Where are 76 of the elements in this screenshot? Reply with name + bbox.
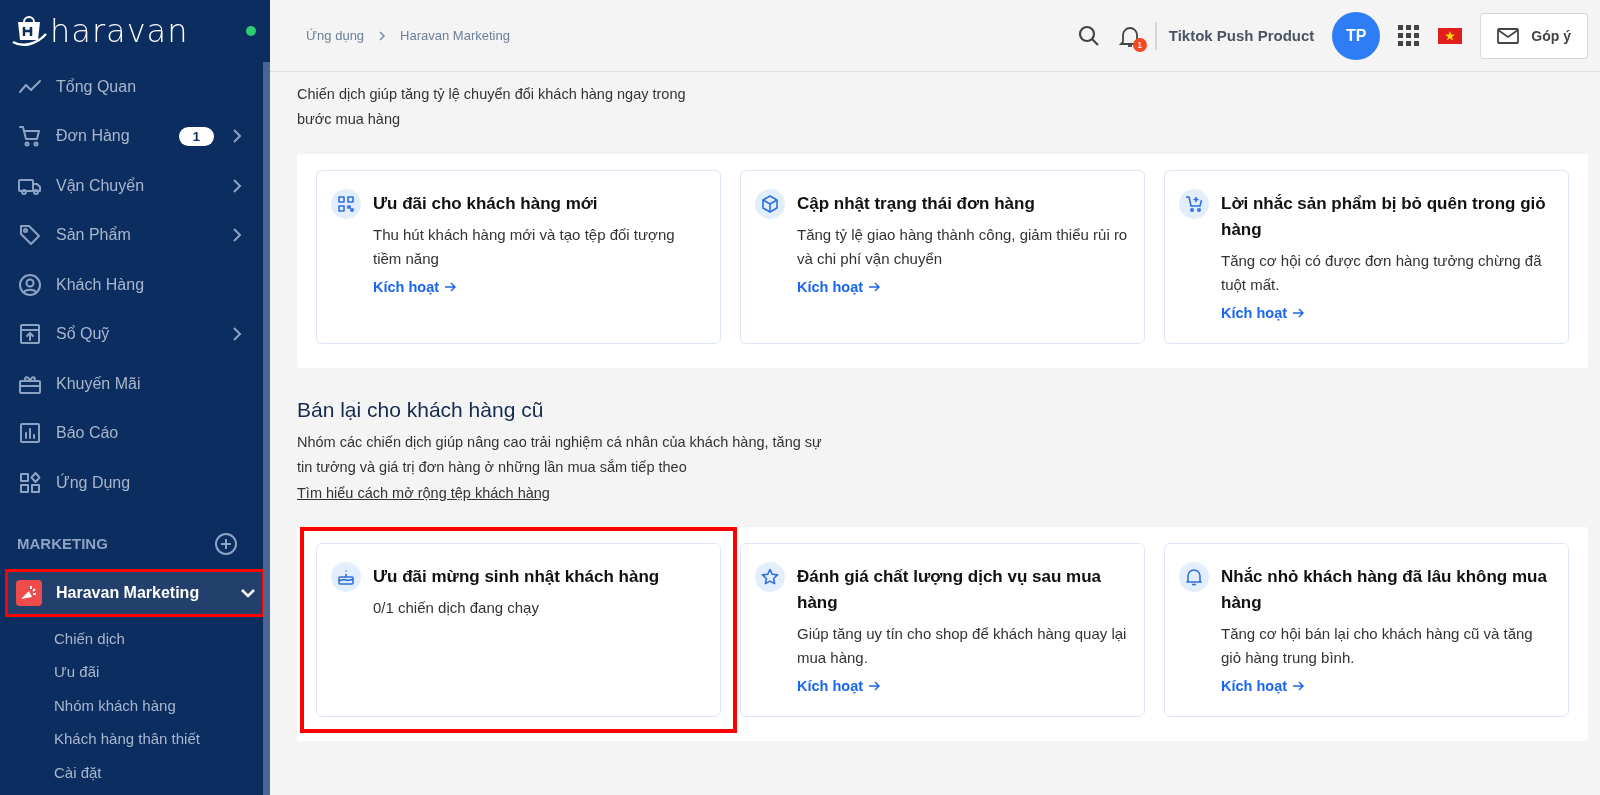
activate-link[interactable]: Kích hoạt — [1221, 678, 1305, 694]
shop-name: Tiktok Push Product — [1168, 27, 1315, 44]
sidebar-item[interactable]: Khuyến Mãi — [0, 359, 262, 409]
campaign-card[interactable]: Nhắc nhỏ khách hàng đã lâu không mua hàng Tăng cơ hội bán lại cho khách hàng cũ và tăng giỏ hàng trung bình. Kích hoạt — [1164, 543, 1569, 717]
section-description: Nhóm các chiến dịch giúp nâng cao trải nghiệm cá nhân của khách hàng, tăng sự tin tưởng và giá trị đơn hàng ở những lần mua sắm tiếp theo — [297, 433, 822, 477]
card-description: Giúp tăng uy tín cho shop để khách hàng quay lại mua hàng. — [797, 624, 1128, 668]
sidebar-item[interactable]: Ứng Dụng — [0, 458, 262, 508]
activate-link[interactable]: Kích hoạt — [797, 678, 881, 694]
sidebar-item[interactable]: Khách Hàng — [0, 260, 262, 310]
campaign-card[interactable]: Ưu đãi mừng sinh nhật khách hàng 0/1 chiến dịch đang chạy — [316, 543, 721, 717]
chevron-right-icon — [378, 29, 387, 42]
notification-badge: 1 — [1132, 37, 1147, 52]
campaign-card[interactable]: Đánh giá chất lượng dịch vụ sau mua hàng Giúp tăng uy tín cho shop để khách hàng quay lại mua hàng. Kích hoạt — [740, 543, 1145, 717]
submenu-item[interactable]: Khách hàng thân thiết — [54, 722, 260, 756]
card-title: Đánh giá chất lượng dịch vụ sau mua hàng — [797, 566, 1102, 614]
cart-plus-icon — [1179, 189, 1209, 219]
activate-link[interactable]: Kích hoạt — [1221, 305, 1305, 321]
cart-icon — [18, 124, 42, 149]
scrollbar[interactable] — [263, 62, 270, 795]
card-title: Cập nhật trạng thái đơn hàng — [797, 193, 1035, 215]
cube-icon — [755, 189, 785, 219]
mail-icon — [1497, 27, 1520, 44]
cake-icon — [331, 562, 361, 592]
logo-text: haravan — [50, 12, 189, 50]
arrow-right-icon — [1292, 308, 1305, 318]
app-menu-item[interactable]: Haravan Marketing — [8, 571, 262, 614]
campaign-card[interactable]: Lời nhắc sản phẩm bị bỏ quên trong giỏ hàng Tăng cơ hội có được đơn hàng tưởng chừng đã tuột mất. Kích hoạt — [1164, 170, 1569, 344]
submenu-item[interactable]: Ưu đãi — [54, 655, 260, 689]
user-circle-icon — [18, 272, 42, 297]
sidebar-item[interactable]: Vận Chuyển — [0, 161, 262, 211]
submenu-item[interactable]: Nhóm khách hàng — [54, 688, 260, 722]
tag-icon — [18, 223, 42, 248]
sidebar-item[interactable]: Đơn Hàng 1 — [0, 111, 262, 161]
feedback-button[interactable]: Góp ý — [1480, 12, 1588, 59]
qr-code-icon — [331, 189, 361, 219]
sidebar-item[interactable]: Tổng Quan — [0, 62, 262, 112]
card-description: Tăng cơ hội bán lại cho khách hàng cũ và tăng giỏ hàng trung bình. — [1221, 624, 1534, 668]
search-icon[interactable] — [1076, 23, 1101, 48]
sidebar-item[interactable]: Sổ Quỹ — [0, 309, 262, 359]
card-description: Thu hút khách hàng mới và tạo tệp đối tượng tiềm năng — [373, 225, 676, 269]
card-description: 0/1 chiến dịch đang chạy — [373, 598, 539, 618]
inbox-icon — [18, 322, 42, 347]
flag-icon[interactable] — [1438, 27, 1463, 44]
megaphone-icon — [16, 579, 42, 606]
activate-link[interactable]: Kích hoạt — [373, 279, 457, 295]
section-heading: MARKETING — [17, 535, 108, 552]
add-icon[interactable] — [214, 531, 238, 556]
card-description: Tăng tỷ lệ giao hàng thành công, giảm thiểu rủi ro và chi phí vận chuyển — [797, 225, 1129, 269]
section-description: Chiến dịch giúp tăng tỷ lệ chuyển đổi khách hàng ngay trong bước mua hàng — [297, 85, 687, 129]
submenu-item[interactable]: Cài đặt — [54, 755, 260, 789]
count-badge: 1 — [178, 126, 214, 146]
card-title: Nhắc nhỏ khách hàng đã lâu không mua hàng — [1221, 566, 1548, 614]
breadcrumb-link[interactable]: Haravan Marketing — [400, 28, 510, 43]
card-title: Ưu đãi cho khách hàng mới — [373, 193, 598, 215]
campaign-card[interactable]: Cập nhật trạng thái đơn hàng Tăng tỷ lệ giao hàng thành công, giảm thiểu rủi ro và chi phí vận chuyển Kích hoạt — [740, 170, 1145, 344]
section-title: Bán lại cho khách hàng cũ — [297, 398, 544, 422]
card-title: Ưu đãi mừng sinh nhật khách hàng — [373, 566, 660, 588]
breadcrumb-link[interactable]: Ứng dụng — [306, 28, 365, 43]
bell-icon — [1179, 562, 1209, 592]
sidebar-item[interactable]: Báo Cáo — [0, 408, 262, 458]
card-description: Tăng cơ hội có được đơn hàng tưởng chừng đã tuột mất. — [1221, 251, 1543, 295]
shopping-bag-logo-icon — [12, 14, 48, 48]
learn-more-link[interactable]: Tìm hiểu cách mở rộng tệp khách hàng — [297, 485, 550, 501]
arrow-right-icon — [1292, 681, 1305, 691]
apps-icon — [18, 470, 42, 495]
sidebar-item[interactable]: Sản Phẩm — [0, 210, 262, 260]
activate-link[interactable]: Kích hoạt — [797, 279, 881, 295]
arrow-right-icon — [868, 282, 881, 292]
campaign-card[interactable]: Ưu đãi cho khách hàng mới Thu hút khách hàng mới và tạo tệp đối tượng tiềm năng Kích hoạt — [316, 170, 721, 344]
apps-grid-icon[interactable] — [1398, 24, 1421, 47]
card-title: Lời nhắc sản phẩm bị bỏ quên trong giỏ hàng — [1221, 193, 1547, 241]
bar-chart-icon — [18, 421, 42, 446]
arrow-right-icon — [444, 282, 457, 292]
submenu-item[interactable]: Chiến dịch — [54, 621, 260, 655]
user-avatar[interactable]: TP — [1332, 11, 1381, 60]
arrow-right-icon — [868, 681, 881, 691]
